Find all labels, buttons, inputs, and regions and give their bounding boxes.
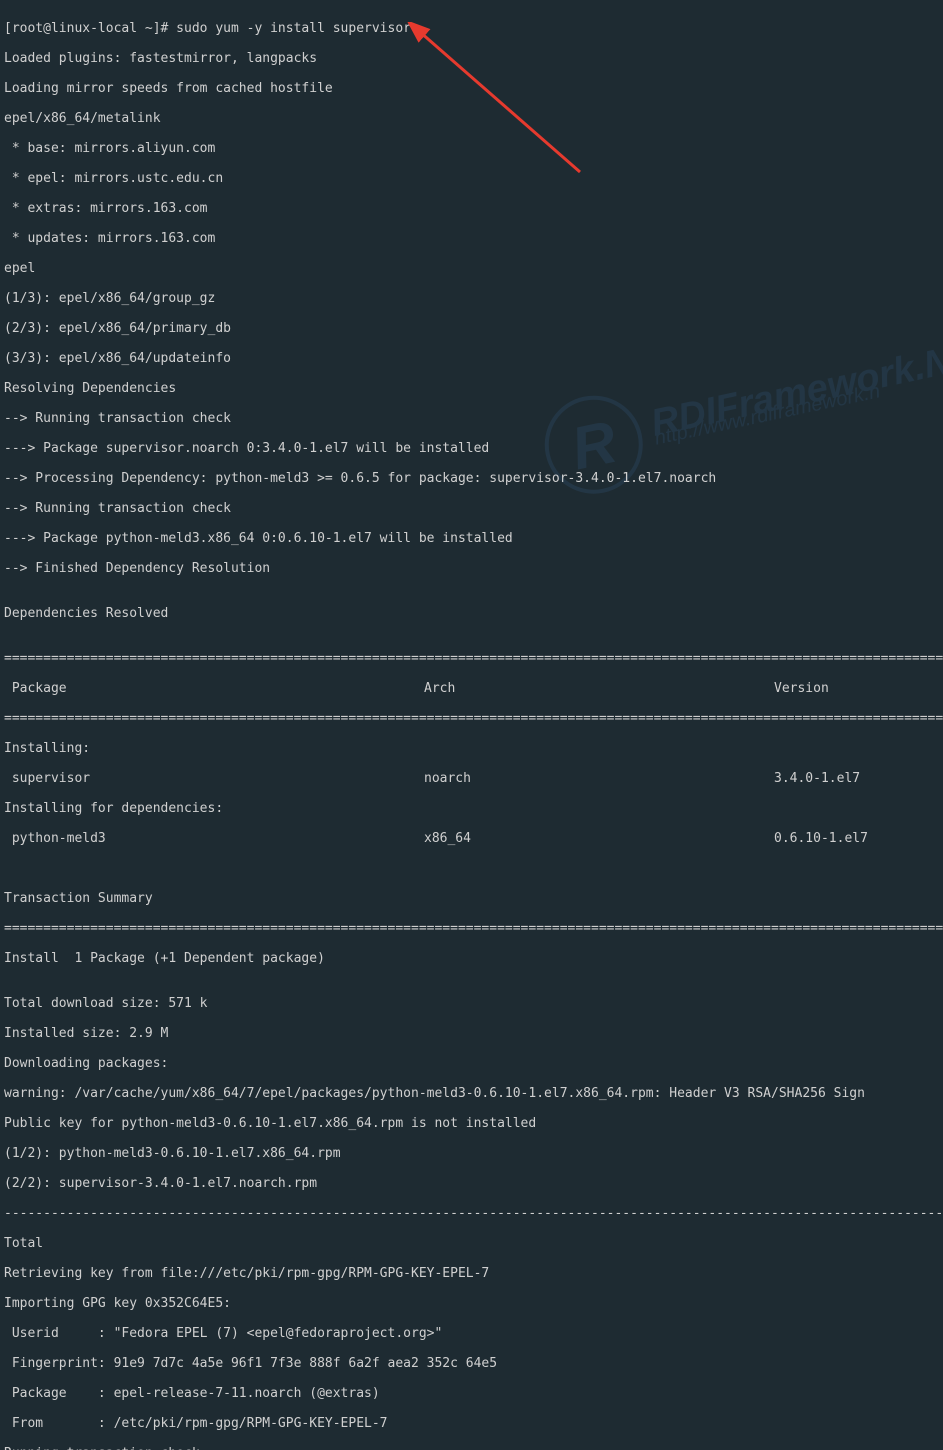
table-row: supervisornoarch3.4.0-1.el7 xyxy=(4,771,939,786)
output-line: * extras: mirrors.163.com xyxy=(4,201,939,216)
cell-package: supervisor xyxy=(4,771,424,786)
table-header-row: PackageArchVersion xyxy=(4,681,939,696)
output-line: epel xyxy=(4,261,939,276)
output-line: Public key for python-meld3-0.6.10-1.el7… xyxy=(4,1116,939,1131)
output-line: ---> Package python-meld3.x86_64 0:0.6.1… xyxy=(4,531,939,546)
total-label: Total xyxy=(4,1236,939,1251)
output-line: ---> Package supervisor.noarch 0:3.4.0-1… xyxy=(4,441,939,456)
output-line: Fingerprint: 91e9 7d7c 4a5e 96f1 7f3e 88… xyxy=(4,1356,939,1371)
output-line: Loading mirror speeds from cached hostfi… xyxy=(4,81,939,96)
table-row: python-meld3x86_640.6.10-1.el7 xyxy=(4,831,939,846)
output-line: Downloading packages: xyxy=(4,1056,939,1071)
output-line: Loaded plugins: fastestmirror, langpacks xyxy=(4,51,939,66)
divider-dash: ----------------------------------------… xyxy=(4,1206,939,1221)
installing-deps-label: Installing for dependencies: xyxy=(4,801,939,816)
output-line: Importing GPG key 0x352C64E5: xyxy=(4,1296,939,1311)
output-line: warning: /var/cache/yum/x86_64/7/epel/pa… xyxy=(4,1086,939,1101)
output-line: Resolving Dependencies xyxy=(4,381,939,396)
output-line: * epel: mirrors.ustc.edu.cn xyxy=(4,171,939,186)
output-line: epel/x86_64/metalink xyxy=(4,111,939,126)
output-line: Installed size: 2.9 M xyxy=(4,1026,939,1041)
output-line: --> Finished Dependency Resolution xyxy=(4,561,939,576)
output-line: From : /etc/pki/rpm-gpg/RPM-GPG-KEY-EPEL… xyxy=(4,1416,939,1431)
output-line: Userid : "Fedora EPEL (7) <epel@fedorapr… xyxy=(4,1326,939,1341)
divider-eq: ========================================… xyxy=(4,921,939,936)
terminal-output: [root@linux-local ~]# sudo yum -y instal… xyxy=(0,0,943,1450)
output-line: (3/3): epel/x86_64/updateinfo xyxy=(4,351,939,366)
divider-eq: ========================================… xyxy=(4,711,939,726)
output-line: Package : epel-release-7-11.noarch (@ext… xyxy=(4,1386,939,1401)
output-line: --> Processing Dependency: python-meld3 … xyxy=(4,471,939,486)
cell-package: python-meld3 xyxy=(4,831,424,846)
output-line: (2/3): epel/x86_64/primary_db xyxy=(4,321,939,336)
divider-eq: ========================================… xyxy=(4,651,939,666)
blank-line xyxy=(4,861,939,876)
output-line: * updates: mirrors.163.com xyxy=(4,231,939,246)
cell-arch: x86_64 xyxy=(424,831,774,846)
output-line: --> Running transaction check xyxy=(4,411,939,426)
output-line: * base: mirrors.aliyun.com xyxy=(4,141,939,156)
cell-version: 3.4.0-1.el7 xyxy=(774,771,860,786)
output-line: (1/3): epel/x86_64/group_gz xyxy=(4,291,939,306)
col-arch: Arch xyxy=(424,681,774,696)
output-line: --> Running transaction check xyxy=(4,501,939,516)
cell-version: 0.6.10-1.el7 xyxy=(774,831,868,846)
output-line: Total download size: 571 k xyxy=(4,996,939,1011)
col-version: Version xyxy=(774,681,829,696)
output-line: (1/2): python-meld3-0.6.10-1.el7.x86_64.… xyxy=(4,1146,939,1161)
tx-summary-label: Transaction Summary xyxy=(4,891,939,906)
output-line: (2/2): supervisor-3.4.0-1.el7.noarch.rpm xyxy=(4,1176,939,1191)
installing-label: Installing: xyxy=(4,741,939,756)
shell-prompt-line[interactable]: [root@linux-local ~]# sudo yum -y instal… xyxy=(4,21,939,36)
output-line: Dependencies Resolved xyxy=(4,606,939,621)
output-line: Running transaction check xyxy=(4,1446,939,1450)
cell-arch: noarch xyxy=(424,771,774,786)
output-line: Install 1 Package (+1 Dependent package) xyxy=(4,951,939,966)
col-package: Package xyxy=(4,681,424,696)
output-line: Retrieving key from file:///etc/pki/rpm-… xyxy=(4,1266,939,1281)
